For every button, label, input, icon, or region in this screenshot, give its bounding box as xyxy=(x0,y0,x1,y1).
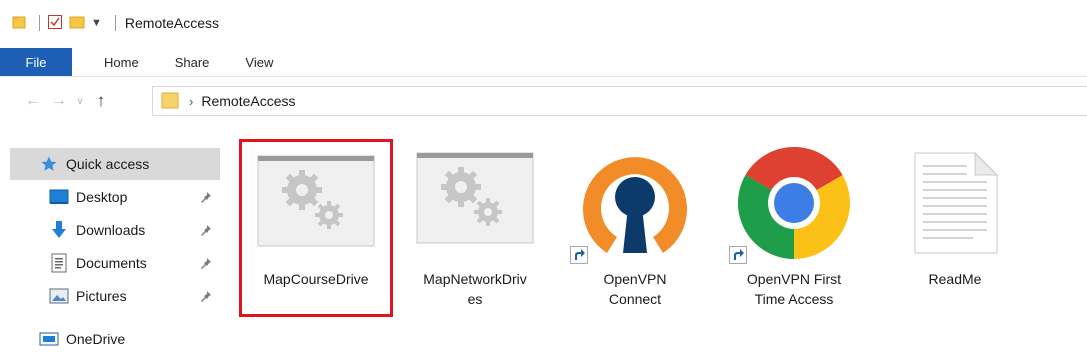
folder-icon xyxy=(161,91,179,112)
nav-item-quick-access[interactable]: Quick access xyxy=(10,148,220,180)
up-button[interactable]: ↑ xyxy=(88,87,114,115)
pin-icon[interactable] xyxy=(200,223,212,239)
tab-share[interactable]: Share xyxy=(157,48,228,76)
file-name: MapCourseDrive xyxy=(263,271,369,287)
navigation-pane: Quick access Desktop Downloads Documents xyxy=(0,126,228,363)
toolbar-separator xyxy=(39,15,40,31)
star-icon xyxy=(38,154,60,174)
nav-item-desktop[interactable]: Desktop xyxy=(10,181,220,213)
tab-view[interactable]: View xyxy=(227,48,291,76)
file-name-line-1: MapNetworkDriv xyxy=(423,271,527,287)
properties-icon[interactable] xyxy=(47,14,63,33)
tab-file[interactable]: File xyxy=(0,48,72,76)
recent-locations-button[interactable]: ∨ xyxy=(72,87,88,115)
file-name: MapNetworkDriv es xyxy=(400,269,550,309)
onedrive-icon xyxy=(38,329,60,349)
script-gears-icon xyxy=(400,142,550,254)
folder-icon xyxy=(12,15,26,32)
downloads-icon xyxy=(48,220,70,240)
file-item-readme[interactable]: ReadMe xyxy=(880,142,1030,322)
pin-icon[interactable] xyxy=(200,289,212,305)
file-name: OpenVPN Connect xyxy=(560,269,710,309)
file-name-line-1: OpenVPN First xyxy=(746,271,842,287)
file-name-line-2: es xyxy=(467,291,483,307)
file-item-openvpn-first-time-access[interactable]: OpenVPN First Time Access xyxy=(719,142,869,322)
nav-item-onedrive[interactable]: OneDrive xyxy=(10,323,220,355)
pin-icon[interactable] xyxy=(200,256,212,272)
script-gears-icon xyxy=(244,146,388,256)
file-name-line-1: OpenVPN xyxy=(603,271,667,287)
file-item-mapcoursedrive[interactable]: MapCourseDrive xyxy=(239,139,393,317)
nav-item-label: Documents xyxy=(76,255,147,271)
title-bar: ▼ RemoteAccess xyxy=(0,0,1087,46)
pin-icon[interactable] xyxy=(200,190,212,206)
shortcut-arrow-icon xyxy=(570,246,588,264)
arrow-right-icon: → xyxy=(51,92,67,109)
file-item-openvpn-connect[interactable]: OpenVPN Connect xyxy=(560,142,710,322)
tab-home[interactable]: Home xyxy=(86,48,157,76)
address-path[interactable]: RemoteAccess xyxy=(201,93,295,109)
documents-icon xyxy=(48,253,70,273)
forward-button[interactable]: → xyxy=(46,87,72,115)
file-list: MapCourseDrive MapNetworkDriv es OpenVPN… xyxy=(228,126,1087,363)
nav-item-downloads[interactable]: Downloads xyxy=(10,214,220,246)
nav-item-documents[interactable]: Documents xyxy=(10,247,220,279)
nav-item-pictures[interactable]: Pictures xyxy=(10,280,220,312)
file-name-line-2: Connect xyxy=(608,291,662,307)
navigation-row: ← → ∨ ↑ › RemoteAccess xyxy=(0,86,1087,116)
desktop-icon xyxy=(48,187,70,207)
new-folder-icon[interactable] xyxy=(69,14,85,33)
window-title: RemoteAccess xyxy=(124,15,220,31)
nav-item-label: Pictures xyxy=(76,288,127,304)
file-item-mapnetworkdrives[interactable]: MapNetworkDriv es xyxy=(400,142,550,322)
file-name: OpenVPN First Time Access xyxy=(719,269,869,309)
file-name-line-2: Time Access xyxy=(754,291,834,307)
customize-toolbar-icon[interactable]: ▼ xyxy=(91,17,102,29)
nav-item-label: Desktop xyxy=(76,189,128,205)
file-name: ReadMe xyxy=(928,271,982,287)
toolbar-separator xyxy=(114,15,116,31)
back-button[interactable]: ← xyxy=(20,87,46,115)
address-bar[interactable]: › RemoteAccess xyxy=(152,86,1087,116)
chevron-right-icon[interactable]: › xyxy=(189,94,193,109)
nav-item-label: Quick access xyxy=(66,156,150,172)
ribbon-tabs: File Home Share View xyxy=(0,48,1087,77)
pictures-icon xyxy=(48,286,70,306)
nav-item-label: Downloads xyxy=(76,222,146,238)
text-document-icon xyxy=(880,142,1030,264)
chevron-down-icon: ∨ xyxy=(76,95,84,107)
arrow-left-icon: ← xyxy=(25,92,41,109)
nav-item-label: OneDrive xyxy=(66,331,126,347)
shortcut-arrow-icon xyxy=(729,246,747,264)
arrow-up-icon: ↑ xyxy=(96,91,106,110)
